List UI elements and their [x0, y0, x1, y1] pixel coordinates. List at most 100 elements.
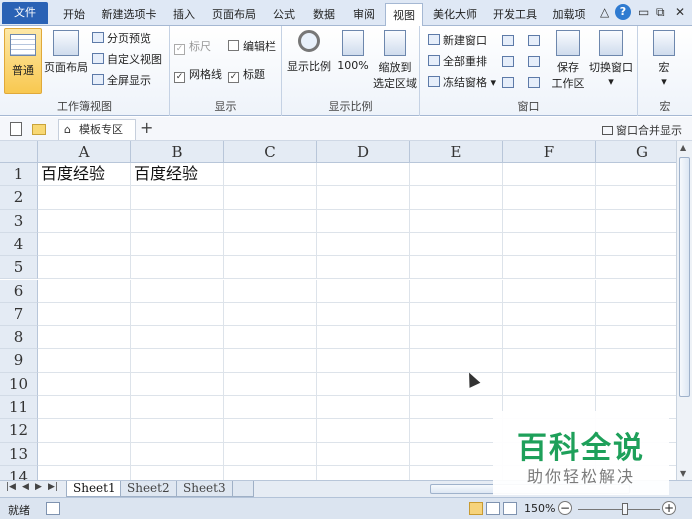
sheet-tab-sheet2[interactable]: Sheet2: [120, 481, 177, 497]
cell-e13[interactable]: [410, 442, 503, 466]
cell-f3[interactable]: [503, 209, 596, 233]
cell-b6[interactable]: [131, 279, 224, 303]
minimize-icon[interactable]: ▭: [638, 5, 649, 19]
cell-a7[interactable]: [38, 302, 131, 327]
cell-a2[interactable]: [38, 186, 131, 210]
status-normal-view-button[interactable]: [469, 502, 483, 515]
cell-a4[interactable]: [38, 232, 131, 257]
full-screen-button[interactable]: 全屏显示: [92, 72, 151, 90]
cell-b1[interactable]: 百度经验: [131, 163, 224, 187]
cell-f7[interactable]: [503, 302, 596, 327]
row-header-5[interactable]: 5: [0, 256, 38, 280]
scroll-up-icon[interactable]: ▲: [680, 143, 686, 152]
custom-views-button[interactable]: 自定义视图: [92, 51, 162, 69]
cell-a3[interactable]: [38, 209, 131, 233]
vertical-scrollbar[interactable]: ▲ ▼: [676, 141, 692, 480]
sheet-tab-sheet3[interactable]: Sheet3: [176, 481, 233, 497]
cell-d3[interactable]: [317, 209, 410, 233]
column-header-a[interactable]: A: [38, 141, 131, 163]
zoom-level[interactable]: 150%: [524, 502, 555, 515]
view-side-by-side-icon[interactable]: [528, 35, 540, 46]
save-workspace-button[interactable]: 保存 工作区: [548, 30, 588, 91]
freeze-panes-button[interactable]: 冻结窗格 ▾: [428, 74, 496, 92]
cell-d12[interactable]: [317, 419, 410, 443]
status-page-break-button[interactable]: [503, 502, 517, 515]
cell-f8[interactable]: [503, 326, 596, 350]
cell-b8[interactable]: [131, 326, 224, 350]
cell-a1[interactable]: 百度经验: [38, 163, 131, 187]
cell-a13[interactable]: [38, 442, 131, 466]
sync-scrolling-icon[interactable]: [528, 56, 540, 67]
vertical-scroll-thumb[interactable]: [679, 157, 690, 397]
cell-a10[interactable]: [38, 372, 131, 396]
cell-c8[interactable]: [224, 326, 317, 350]
cell-g6[interactable]: [596, 280, 676, 303]
cell-e11[interactable]: [410, 396, 503, 420]
cell-e3[interactable]: [410, 209, 503, 233]
cell-d13[interactable]: [317, 442, 410, 466]
cell-d14[interactable]: [317, 465, 410, 480]
cell-a8[interactable]: [38, 326, 131, 350]
page-break-preview-button[interactable]: 分页预览: [92, 30, 151, 48]
cell-e4[interactable]: [410, 232, 503, 257]
formula-bar-checkbox[interactable]: 编辑栏: [228, 38, 276, 56]
new-window-button[interactable]: 新建窗口: [428, 32, 487, 50]
cell-c4[interactable]: [224, 232, 317, 257]
next-sheet-icon[interactable]: ▶: [35, 482, 42, 492]
insert-sheet-icon[interactable]: [232, 481, 254, 497]
cell-b13[interactable]: [131, 442, 224, 466]
column-header-e[interactable]: E: [410, 141, 503, 163]
column-header-g[interactable]: G: [596, 141, 676, 163]
cell-c11[interactable]: [224, 396, 317, 420]
cell-c7[interactable]: [224, 302, 317, 327]
scroll-down-icon[interactable]: ▼: [680, 469, 686, 478]
cell-g2[interactable]: [596, 186, 676, 210]
restore-icon[interactable]: ⧉: [656, 5, 665, 20]
cell-b11[interactable]: [131, 396, 224, 420]
split-icon[interactable]: [502, 35, 514, 46]
row-header-11[interactable]: 11: [0, 396, 38, 420]
cell-b5[interactable]: [131, 256, 224, 280]
cell-b14[interactable]: [131, 465, 224, 480]
tab-data[interactable]: 数据: [306, 3, 342, 26]
close-icon[interactable]: ✕: [675, 5, 685, 19]
cell-f2[interactable]: [503, 186, 596, 210]
row-header-1[interactable]: 1: [0, 163, 38, 187]
row-header-10[interactable]: 10: [0, 372, 38, 396]
cell-c6[interactable]: [224, 279, 317, 303]
cell-d7[interactable]: [317, 302, 410, 327]
cell-e9[interactable]: [410, 349, 503, 373]
cell-d4[interactable]: [317, 232, 410, 257]
row-header-14[interactable]: 14: [0, 465, 38, 480]
cell-d2[interactable]: [317, 186, 410, 210]
row-header-12[interactable]: 12: [0, 419, 38, 443]
cell-e7[interactable]: [410, 302, 503, 327]
row-header-3[interactable]: 3: [0, 209, 38, 233]
cell-c12[interactable]: [224, 419, 317, 443]
macro-record-icon[interactable]: [46, 502, 60, 515]
prev-sheet-icon[interactable]: ◀: [22, 482, 29, 492]
row-header-6[interactable]: 6: [0, 279, 38, 303]
zoom-slider-knob[interactable]: [622, 503, 628, 515]
zoom-in-button[interactable]: +: [662, 501, 676, 515]
row-header-4[interactable]: 4: [0, 232, 38, 257]
tab-new-tab[interactable]: 新建选项卡: [98, 3, 160, 26]
normal-view-button[interactable]: 普通: [4, 28, 42, 94]
row-header-8[interactable]: 8: [0, 326, 38, 350]
cell-d1[interactable]: [317, 163, 410, 187]
page-layout-view-button[interactable]: 页面布局: [44, 30, 88, 75]
cell-d11[interactable]: [317, 396, 410, 420]
cell-g1[interactable]: [596, 163, 676, 187]
column-header-d[interactable]: D: [317, 141, 410, 163]
tab-insert[interactable]: 插入: [166, 3, 202, 26]
tab-view[interactable]: 视图: [385, 3, 423, 27]
arrange-all-button[interactable]: 全部重排: [428, 53, 487, 71]
template-zone-tab[interactable]: ⌂ 模板专区: [58, 119, 136, 140]
cell-e2[interactable]: [410, 186, 503, 210]
cell-d8[interactable]: [317, 326, 410, 350]
cell-g10[interactable]: [596, 373, 676, 396]
row-header-9[interactable]: 9: [0, 349, 38, 373]
cell-e8[interactable]: [410, 326, 503, 350]
open-folder-icon[interactable]: [32, 124, 46, 135]
cell-b9[interactable]: [131, 349, 224, 373]
